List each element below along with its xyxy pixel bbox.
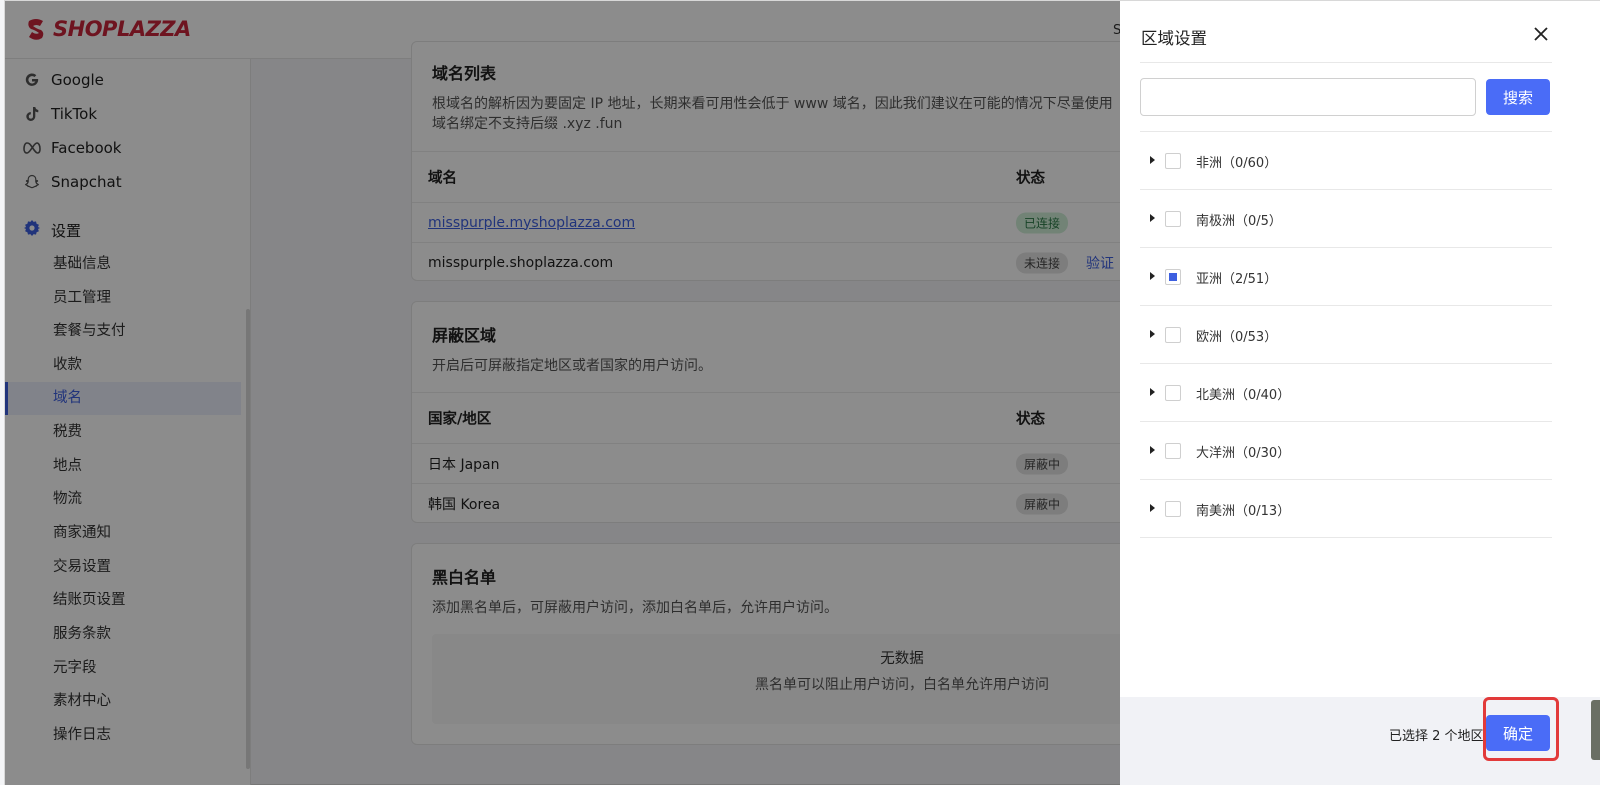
caret-right-icon[interactable] [1150,272,1155,280]
region-item-antarctica[interactable]: 南极洲（0/5） [1140,190,1552,248]
region-label: 欧洲（0/53） [1196,330,1278,345]
region-label: 大洋洲（0/30） [1196,446,1291,461]
caret-right-icon[interactable] [1150,330,1155,338]
region-item-europe[interactable]: 欧洲（0/53） [1140,306,1552,364]
region-checkbox[interactable] [1165,443,1181,459]
modal-overlay[interactable] [5,1,1120,785]
caret-right-icon[interactable] [1150,156,1155,164]
region-label: 北美洲（0/40） [1196,388,1291,403]
region-item-africa[interactable]: 非洲（0/60） [1140,132,1552,190]
drawer-footer: 已选择 2 个地区 确定 [1120,697,1600,785]
divider [1140,62,1552,63]
region-checkbox[interactable] [1165,501,1181,517]
search-button[interactable]: 搜索 [1486,79,1550,115]
selected-count: 已选择 2 个地区 [1389,729,1484,744]
caret-right-icon[interactable] [1150,504,1155,512]
caret-right-icon[interactable] [1150,388,1155,396]
region-item-south-america[interactable]: 南美洲（0/13） [1140,480,1552,538]
region-checkbox[interactable] [1165,211,1181,227]
region-checkbox[interactable] [1165,269,1181,285]
app-window: SHOPLAZZA Shop Google TikTok Facebook [4,0,1600,785]
region-checkbox[interactable] [1165,385,1181,401]
region-label: 亚洲（2/51） [1196,272,1278,287]
drawer-title: 区域设置 [1141,29,1207,48]
region-settings-drawer: 区域设置 搜索 非洲（0/60） 南极洲（0/5） 亚洲（2/51） 欧洲（0/… [1120,1,1600,785]
region-checkbox[interactable] [1165,327,1181,343]
region-label: 南极洲（0/5） [1196,214,1282,229]
region-search-input[interactable] [1140,78,1476,116]
caret-right-icon[interactable] [1150,446,1155,454]
close-icon[interactable] [1530,23,1552,45]
region-item-oceania[interactable]: 大洋洲（0/30） [1140,422,1552,480]
confirm-button[interactable]: 确定 [1486,715,1550,751]
window-edge-widget [1591,700,1600,760]
caret-right-icon[interactable] [1150,214,1155,222]
region-label: 南美洲（0/13） [1196,504,1291,519]
region-checkbox[interactable] [1165,153,1181,169]
region-item-north-america[interactable]: 北美洲（0/40） [1140,364,1552,422]
region-label: 非洲（0/60） [1196,156,1278,171]
region-item-asia[interactable]: 亚洲（2/51） [1140,248,1552,306]
